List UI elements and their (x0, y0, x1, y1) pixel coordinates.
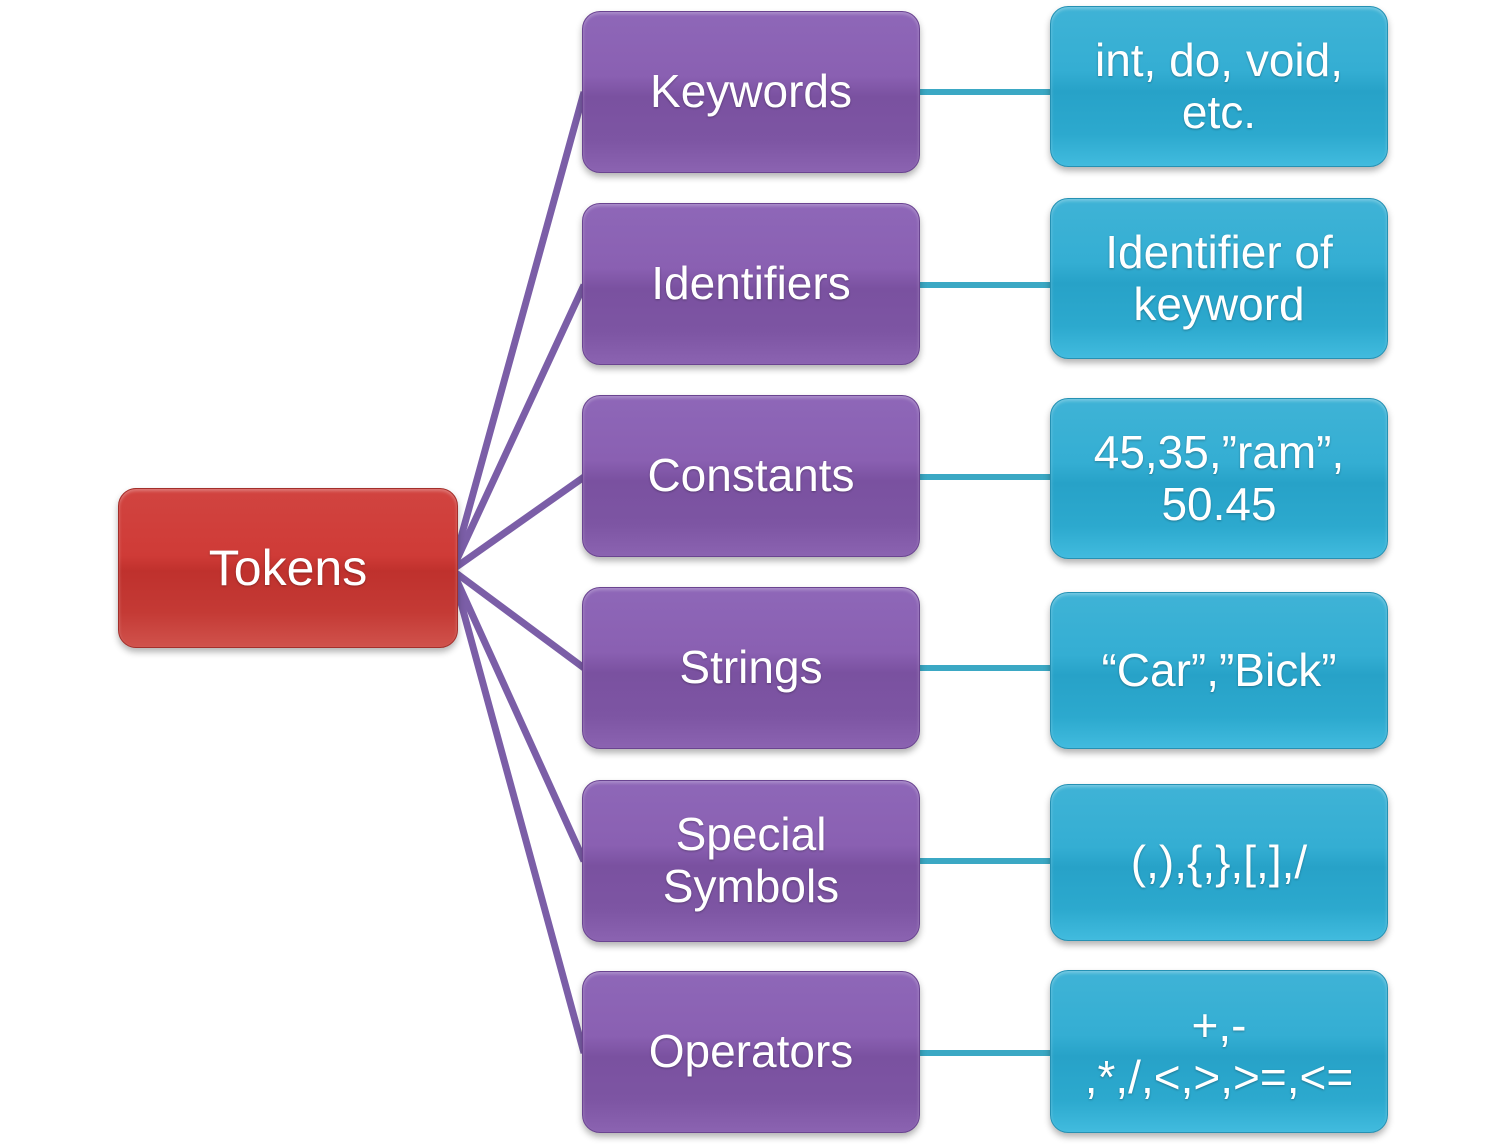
category-node-special-symbols[interactable]: Special Symbols (582, 780, 920, 942)
category-node-keywords[interactable]: Keywords (582, 11, 920, 173)
root-node-label: Tokens (208, 540, 368, 596)
value-node-strings[interactable]: “Car”,”Bick” (1050, 592, 1388, 749)
category-node-operators[interactable]: Operators (582, 971, 920, 1133)
value-node-keywords[interactable]: int, do, void, etc. (1050, 6, 1388, 167)
value-node-label: +,- ,*,/,<,>,>=,<= (1084, 998, 1354, 1103)
category-node-identifiers[interactable]: Identifiers (582, 203, 920, 365)
root-edge-operators (448, 569, 588, 1054)
value-node-special-symbols[interactable]: (,),{,},[,],/ (1050, 784, 1388, 941)
diagram-canvas: Tokens Keywords int, do, void, etc. Iden… (0, 0, 1502, 1146)
value-node-label: 45,35,”ram”, 50.45 (1093, 425, 1345, 530)
root-edge-constants (449, 474, 587, 573)
value-node-identifiers[interactable]: Identifier of keyword (1050, 198, 1388, 359)
value-node-constants[interactable]: 45,35,”ram”, 50.45 (1050, 398, 1388, 559)
category-node-label: Keywords (650, 65, 852, 118)
root-node-tokens[interactable]: Tokens (118, 488, 458, 648)
category-node-strings[interactable]: Strings (582, 587, 920, 749)
category-node-label: Special Symbols (662, 808, 840, 912)
root-connectors (448, 91, 588, 1054)
root-edge-identifiers (448, 283, 588, 572)
category-node-label: Operators (648, 1025, 854, 1078)
category-node-label: Strings (679, 641, 823, 694)
value-node-operators[interactable]: +,- ,*,/,<,>,>=,<= (1050, 970, 1388, 1133)
root-edge-strings (449, 567, 587, 671)
root-edge-keywords (448, 91, 588, 571)
category-node-label: Constants (647, 449, 855, 502)
value-connectors (913, 89, 1053, 1056)
category-node-label: Identifiers (651, 257, 851, 310)
value-node-label: “Car”,”Bick” (1101, 643, 1337, 696)
value-node-label: int, do, void, etc. (1094, 33, 1344, 138)
root-edge-special-symbols (448, 568, 588, 863)
category-node-constants[interactable]: Constants (582, 395, 920, 557)
value-node-label: (,),{,},[,],/ (1130, 835, 1308, 888)
value-node-label: Identifier of keyword (1105, 225, 1333, 330)
